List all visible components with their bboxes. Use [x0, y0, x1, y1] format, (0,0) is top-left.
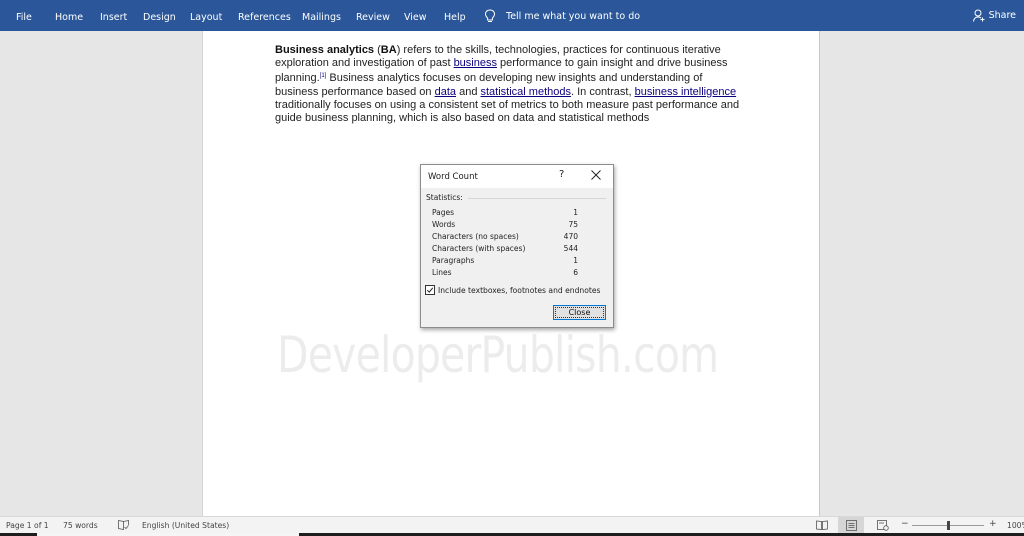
- text-run: . In contrast,: [570, 85, 635, 98]
- tab-help[interactable]: Help: [444, 12, 466, 23]
- help-button[interactable]: ?: [559, 169, 564, 180]
- web-layout-icon[interactable]: [877, 520, 889, 531]
- stat-row-words: Words 75: [432, 220, 578, 232]
- link-business[interactable]: business: [454, 57, 497, 69]
- ribbon: File Home Insert Design Layout Reference…: [0, 0, 1024, 31]
- stat-value: 470: [563, 232, 578, 241]
- close-button[interactable]: Close: [553, 305, 606, 320]
- watermark: DeveloperPublish.com: [277, 326, 719, 384]
- stat-label: Characters (with spaces): [432, 244, 526, 253]
- link-business-intelligence[interactable]: business intelligence: [635, 86, 737, 98]
- zoom-slider-thumb[interactable]: [947, 521, 950, 530]
- word-count-dialog: Word Count ? Statistics: Pages 1 Words 7…: [420, 164, 614, 328]
- person-add-icon: [972, 9, 985, 22]
- tell-me-search[interactable]: Tell me what you want to do: [484, 9, 640, 24]
- stat-label: Lines: [432, 268, 452, 277]
- tell-me-label: Tell me what you want to do: [506, 11, 641, 22]
- text-run: traditionally focuses on using a consist…: [275, 98, 740, 125]
- include-textboxes-checkbox[interactable]: Include textboxes, footnotes and endnote…: [425, 285, 600, 295]
- stat-value: 544: [563, 244, 578, 253]
- link-data[interactable]: data: [435, 86, 456, 98]
- statistics-heading: Statistics:: [426, 193, 463, 202]
- tab-references[interactable]: References: [238, 12, 291, 23]
- checkmark-icon: [426, 287, 434, 293]
- checkbox[interactable]: [425, 285, 435, 295]
- stat-row-paragraphs: Paragraphs 1: [432, 256, 578, 268]
- stat-label: Characters (no spaces): [432, 232, 519, 241]
- term-business-analytics: Business analytics: [275, 44, 375, 56]
- lightbulb-icon: [484, 9, 496, 22]
- tab-file[interactable]: File: [16, 12, 32, 23]
- share-button[interactable]: Share: [972, 9, 1016, 22]
- stat-value: 75: [568, 220, 578, 229]
- status-bar: Page 1 of 1 75 words English (United Sta…: [0, 516, 1024, 534]
- close-icon[interactable]: [591, 170, 601, 180]
- stat-row-characters-with-spaces: Characters (with spaces) 544: [432, 244, 578, 256]
- stat-value: 1: [573, 208, 578, 217]
- stat-label: Paragraphs: [432, 256, 475, 265]
- read-mode-icon[interactable]: [816, 520, 828, 530]
- checkbox-label: Include textboxes, footnotes and endnote…: [438, 285, 601, 295]
- tab-review[interactable]: Review: [356, 12, 390, 23]
- language-indicator[interactable]: English (United States): [142, 521, 229, 530]
- proofing-icon[interactable]: [118, 520, 129, 530]
- term-ba: BA: [380, 44, 397, 56]
- zoom-out-button[interactable]: −: [901, 519, 909, 529]
- divider: [468, 198, 606, 199]
- print-layout-icon: [846, 520, 857, 531]
- page-indicator[interactable]: Page 1 of 1: [6, 521, 49, 530]
- text-run: and: [456, 85, 481, 98]
- link-statistical-methods[interactable]: statistical methods: [481, 86, 571, 98]
- share-label: Share: [988, 10, 1016, 21]
- tab-home[interactable]: Home: [55, 12, 83, 23]
- tab-mailings[interactable]: Mailings: [302, 12, 341, 23]
- stat-label: Pages: [432, 208, 455, 217]
- tab-layout[interactable]: Layout: [190, 12, 222, 23]
- document-paragraph[interactable]: Business analytics (BA) refers to the sk…: [275, 44, 747, 125]
- tab-design[interactable]: Design: [143, 12, 176, 23]
- stat-row-lines: Lines 6: [432, 268, 578, 280]
- tab-view[interactable]: View: [404, 12, 427, 23]
- dialog-titlebar[interactable]: Word Count ?: [421, 165, 613, 188]
- text-run: (: [374, 44, 381, 56]
- stat-row-characters-no-spaces: Characters (no spaces) 470: [432, 232, 578, 244]
- zoom-in-button[interactable]: +: [989, 519, 997, 529]
- stat-value: 6: [573, 268, 578, 277]
- stat-label: Words: [432, 220, 456, 229]
- stat-row-pages: Pages 1: [432, 208, 578, 220]
- tab-insert[interactable]: Insert: [100, 12, 127, 23]
- zoom-level[interactable]: 100%: [1007, 521, 1024, 530]
- stat-value: 1: [573, 256, 578, 265]
- word-count-indicator[interactable]: 75 words: [63, 521, 98, 530]
- dialog-title: Word Count: [428, 172, 478, 182]
